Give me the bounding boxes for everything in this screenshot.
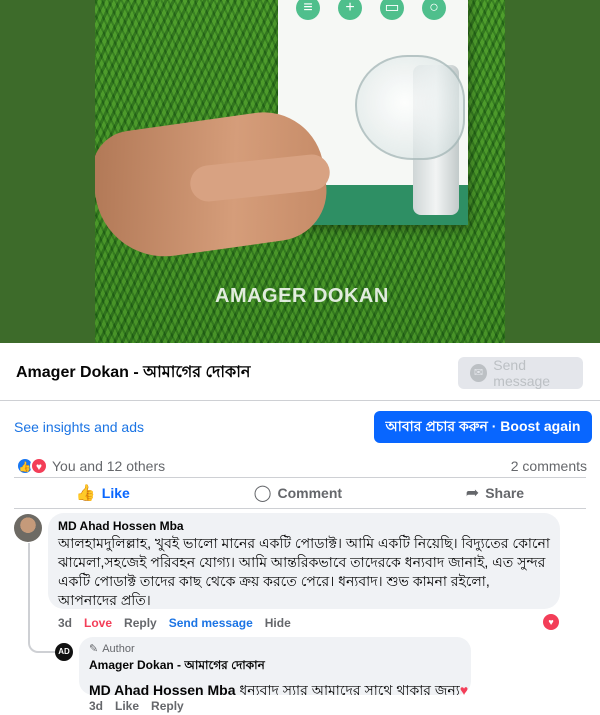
thumbs-up-icon: 👍 — [75, 485, 96, 502]
divider — [14, 477, 586, 478]
reply-time[interactable]: 3d — [89, 699, 103, 713]
send-message-button[interactable]: ✉ Send message — [458, 357, 583, 389]
love-button[interactable]: Love — [84, 616, 112, 630]
comment-author[interactable]: MD Ahad Hossen Mba — [58, 519, 550, 533]
box-feature-icons: ≡ + ▭ ○ — [296, 0, 446, 20]
share-label: Share — [485, 485, 525, 501]
comment-bubble: MD Ahad Hossen Mba আলহামদুলিল্লাহ, খুবই … — [48, 513, 560, 609]
comment-icon: ◯ — [253, 485, 272, 502]
page-name[interactable]: Amager Dokan - আমাগের দোকান — [16, 359, 250, 386]
battery-icon: ▭ — [380, 0, 404, 20]
author-badge: ✎ Author — [89, 642, 461, 656]
love-reaction-icon[interactable]: ♥ — [543, 614, 559, 630]
reply-author[interactable]: Amager Dokan - আমাগের দোকান — [89, 657, 461, 677]
comment-label: Comment — [277, 485, 343, 501]
share-button[interactable]: ➦ Share — [466, 483, 524, 503]
avatar[interactable] — [14, 514, 42, 542]
heart-icon: ♥ — [459, 682, 469, 698]
post-image[interactable]: ≡ + ▭ ○ AMAGER DOKAN — [0, 0, 600, 343]
like-button[interactable]: 👍 Like — [76, 483, 130, 503]
reply-meta: 3d Like Reply — [89, 699, 184, 713]
reply-button[interactable]: Reply — [151, 699, 184, 713]
feature-icon: ○ — [422, 0, 446, 20]
mention-link[interactable]: MD Ahad Hossen Mba — [89, 682, 236, 698]
reactions-count: You and 12 others — [52, 458, 166, 474]
comment-text: আলহামদুলিল্লাহ, খুবই ভালো মানের একটি পোড… — [58, 535, 550, 608]
love-reaction-icon: ♥ — [30, 457, 48, 475]
author-badge-label: Author — [102, 642, 135, 655]
nebulizer-mask — [355, 55, 465, 160]
reply-button[interactable]: Reply — [124, 616, 157, 630]
reply-body: ধন্যবাদ স্যার আমাদের সাথে থাকার জন্য — [235, 682, 460, 698]
comments-count[interactable]: 2 comments — [511, 458, 587, 474]
comment-meta: 3d Love Reply Send message Hide — [58, 616, 291, 630]
reply-bubble: ✎ Author Amager Dokan - আমাগের দোকান MD … — [79, 637, 471, 698]
hide-button[interactable]: Hide — [265, 616, 291, 630]
send-message-link[interactable]: Send message — [169, 616, 253, 630]
like-button[interactable]: Like — [115, 699, 139, 713]
see-insights-link[interactable]: See insights and ads — [14, 419, 144, 435]
comment-time[interactable]: 3d — [58, 616, 72, 630]
reactions-summary[interactable]: 👍 ♥ You and 12 others — [16, 457, 165, 475]
share-icon: ➦ — [465, 485, 480, 502]
page-avatar[interactable]: AD — [55, 643, 73, 661]
boost-again-button[interactable]: আবার প্রচার করুন · Boost again — [374, 411, 592, 443]
like-label: Like — [101, 485, 130, 501]
divider — [14, 508, 586, 509]
post-actions: 👍 Like ◯ Comment ➦ Share — [14, 479, 586, 507]
watermark: AMAGER DOKAN — [215, 285, 389, 307]
plus-icon: + — [338, 0, 362, 20]
product-photo: ≡ + ▭ ○ AMAGER DOKAN — [95, 0, 505, 343]
pencil-icon: ✎ — [89, 643, 99, 655]
messenger-icon: ✉ — [470, 364, 488, 382]
feature-icon: ≡ — [296, 0, 320, 20]
send-message-label: Send message — [493, 357, 551, 389]
comment-button[interactable]: ◯ Comment — [254, 483, 342, 503]
